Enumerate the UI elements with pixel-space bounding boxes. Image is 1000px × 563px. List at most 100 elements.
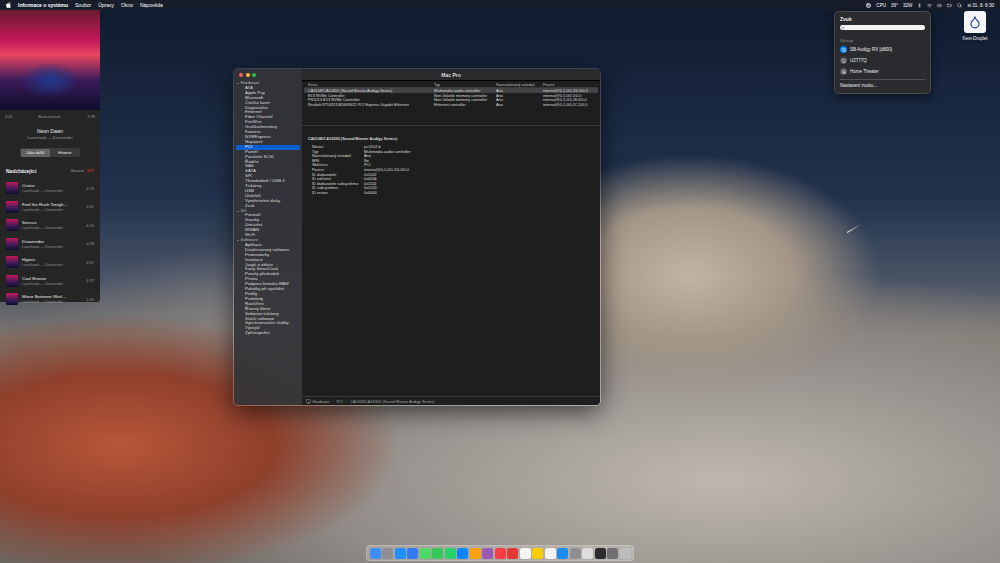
- dock-app-icon[interactable]: [507, 548, 518, 559]
- dock-app-icon[interactable]: [520, 548, 531, 559]
- column-header[interactable]: Karta: [308, 82, 434, 87]
- sidebar-item[interactable]: Software tiskárny: [236, 312, 300, 317]
- sidebar-section-header[interactable]: Hardware: [234, 81, 302, 86]
- sidebar-item[interactable]: Vyměnitelné disky: [236, 199, 300, 204]
- dock-app-icon[interactable]: [557, 548, 568, 559]
- desktop-icon[interactable]: Kext-Droplet: [956, 11, 994, 41]
- column-header[interactable]: Nainstalovaný ovladač: [496, 82, 543, 87]
- dock-app-icon[interactable]: [495, 548, 506, 559]
- path-item[interactable]: Hardware: [313, 399, 330, 404]
- disclosure-icon[interactable]: [237, 240, 239, 241]
- app-menu[interactable]: Informace o systému: [18, 2, 68, 8]
- sidebar-item[interactable]: Paralelní SCSI: [236, 155, 300, 160]
- minimize-button[interactable]: [246, 73, 250, 77]
- volume-slider[interactable]: [840, 25, 925, 30]
- disclosure-icon[interactable]: [237, 83, 239, 84]
- sidebar-item[interactable]: Čtečka karet: [236, 101, 300, 106]
- dock-app-icon[interactable]: [607, 548, 618, 559]
- autoplay-icon[interactable]: [87, 167, 94, 174]
- disclosure-icon[interactable]: [237, 211, 239, 212]
- dock-app-icon[interactable]: [370, 548, 381, 559]
- queue-tab[interactable]: Jako další: [21, 149, 51, 157]
- sidebar-item[interactable]: Deaktivovaný software: [236, 248, 300, 253]
- queue-row[interactable]: HypnicLazerhawk — Dreamrider4:07: [0, 253, 100, 272]
- sidebar-item[interactable]: Apple Pay: [236, 91, 300, 96]
- queue-row[interactable]: Cool BreezeLazerhawk — Dreamrider4:37: [0, 272, 100, 291]
- sidebar-item[interactable]: PCI: [236, 145, 300, 150]
- table-row[interactable]: CA0108/CA10300 (Sound Blaster Audigy Ser…: [304, 88, 598, 93]
- battery-icon[interactable]: [947, 3, 952, 8]
- sidebar-item[interactable]: Frameworky: [236, 253, 300, 258]
- output-device[interactable]: SB Audigy RX [d800]: [840, 45, 925, 54]
- column-header[interactable]: Pozice: [543, 82, 598, 87]
- dock-app-icon[interactable]: [395, 548, 406, 559]
- zoom-button[interactable]: [252, 73, 256, 77]
- menu-item[interactable]: Úpravy: [98, 2, 114, 8]
- dock-app-icon[interactable]: [532, 548, 543, 559]
- queue-list: CruiseLazerhawk — Dreamrider4:23Feel the…: [0, 179, 100, 309]
- apple-icon[interactable]: [6, 2, 11, 8]
- menu-item[interactable]: Okno: [121, 2, 133, 8]
- dock-app-icon[interactable]: [432, 548, 443, 559]
- table-cell: Multimedia audio controller: [434, 88, 496, 93]
- field-value: 0x1024: [364, 186, 594, 191]
- sidebar-item[interactable]: Bluetooth: [236, 96, 300, 101]
- queue-tabs: Jako dalšíHistorie: [20, 148, 80, 157]
- dock-app-icon[interactable]: [470, 548, 481, 559]
- queue-row[interactable]: CruiseLazerhawk — Dreamrider4:23: [0, 179, 100, 198]
- dock-app-icon[interactable]: [457, 548, 468, 559]
- queue-tab[interactable]: Historie: [50, 149, 80, 157]
- cpu-icon[interactable]: [866, 3, 871, 8]
- queue-track-artist: Lazerhawk — Dreamrider: [22, 282, 82, 286]
- bluetooth-icon[interactable]: [917, 3, 922, 8]
- dock-app-icon[interactable]: [582, 548, 593, 559]
- sidebar-item[interactable]: Zpřístupnění: [236, 331, 300, 336]
- close-button[interactable]: [239, 73, 243, 77]
- field-label: ID revize:: [312, 191, 364, 196]
- dock-app-icon[interactable]: [445, 548, 456, 559]
- dock-app-icon[interactable]: [382, 548, 393, 559]
- status-reading[interactable]: CPU: [876, 3, 886, 8]
- sidebar-item[interactable]: Instalace: [236, 258, 300, 263]
- sound-settings[interactable]: Nastavení zvuku…: [840, 83, 925, 89]
- output-device[interactable]: U2777Q: [840, 56, 925, 65]
- sidebar-item[interactable]: Rozšíření: [236, 302, 300, 307]
- column-header[interactable]: Typ: [434, 82, 496, 87]
- dock-app-icon[interactable]: [545, 548, 556, 559]
- sidebar-section-header[interactable]: Síť: [234, 209, 302, 214]
- field-value: 0x000b: [364, 177, 594, 182]
- path-item[interactable]: PCI: [336, 399, 343, 404]
- clock[interactable]: st 31. 8. 6:30: [967, 3, 994, 8]
- menu-item[interactable]: Nápověda: [140, 2, 163, 8]
- table-row[interactable]: E13 NVMe ControllerNon-Volatile memory c…: [304, 93, 598, 98]
- field-value: 0x1102: [364, 173, 594, 178]
- status-reading[interactable]: 39°: [891, 3, 898, 8]
- dock-app-icon[interactable]: [570, 548, 581, 559]
- sidebar-item[interactable]: Řízený klient: [236, 307, 300, 312]
- dock-app-icon[interactable]: [482, 548, 493, 559]
- output-device[interactable]: Home Theater: [840, 67, 925, 76]
- table-row[interactable]: PS5013-E13 NVMe ControllerNon-Volatile m…: [304, 97, 598, 102]
- volume-icon[interactable]: [937, 3, 942, 8]
- search-icon[interactable]: [957, 3, 962, 8]
- dock-app-icon[interactable]: [420, 548, 431, 559]
- menu-item[interactable]: Soubor: [75, 2, 91, 8]
- volume-fill: [840, 25, 925, 30]
- dock-app-icon[interactable]: [407, 548, 418, 559]
- sidebar-item[interactable]: Paměť: [236, 150, 300, 155]
- device-table: KartaTypNainstalovaný ovladačPoziceCA010…: [302, 81, 600, 126]
- queue-row[interactable]: Feel the Rush Tonigh…Lazerhawk — Dreamri…: [0, 198, 100, 217]
- field-value: 0x0000: [364, 191, 594, 196]
- table-row[interactable]: Realtek RTL8111/8168/8411 PCI Express Gi…: [304, 102, 598, 107]
- path-item[interactable]: CA0108/CA10300 (Sound Blaster Audigy Ser…: [350, 399, 434, 404]
- dock-app-icon[interactable]: [620, 548, 631, 559]
- queue-row[interactable]: Mirror Between Worl…Lazerhawk — Dreamrid…: [0, 290, 100, 309]
- queue-row[interactable]: DreamriderLazerhawk — Dreamrider4:58: [0, 235, 100, 254]
- status-reading[interactable]: 32W: [903, 3, 912, 8]
- dock-app-icon[interactable]: [595, 548, 606, 559]
- wifi-icon[interactable]: [927, 3, 932, 8]
- sidebar-section-header[interactable]: Software: [234, 238, 302, 243]
- clear-button[interactable]: Smazat: [70, 168, 84, 173]
- queue-row[interactable]: SensusLazerhawk — Dreamrider4:16: [0, 216, 100, 235]
- track-artist: Lazerhawk — Dreamrider: [0, 135, 100, 140]
